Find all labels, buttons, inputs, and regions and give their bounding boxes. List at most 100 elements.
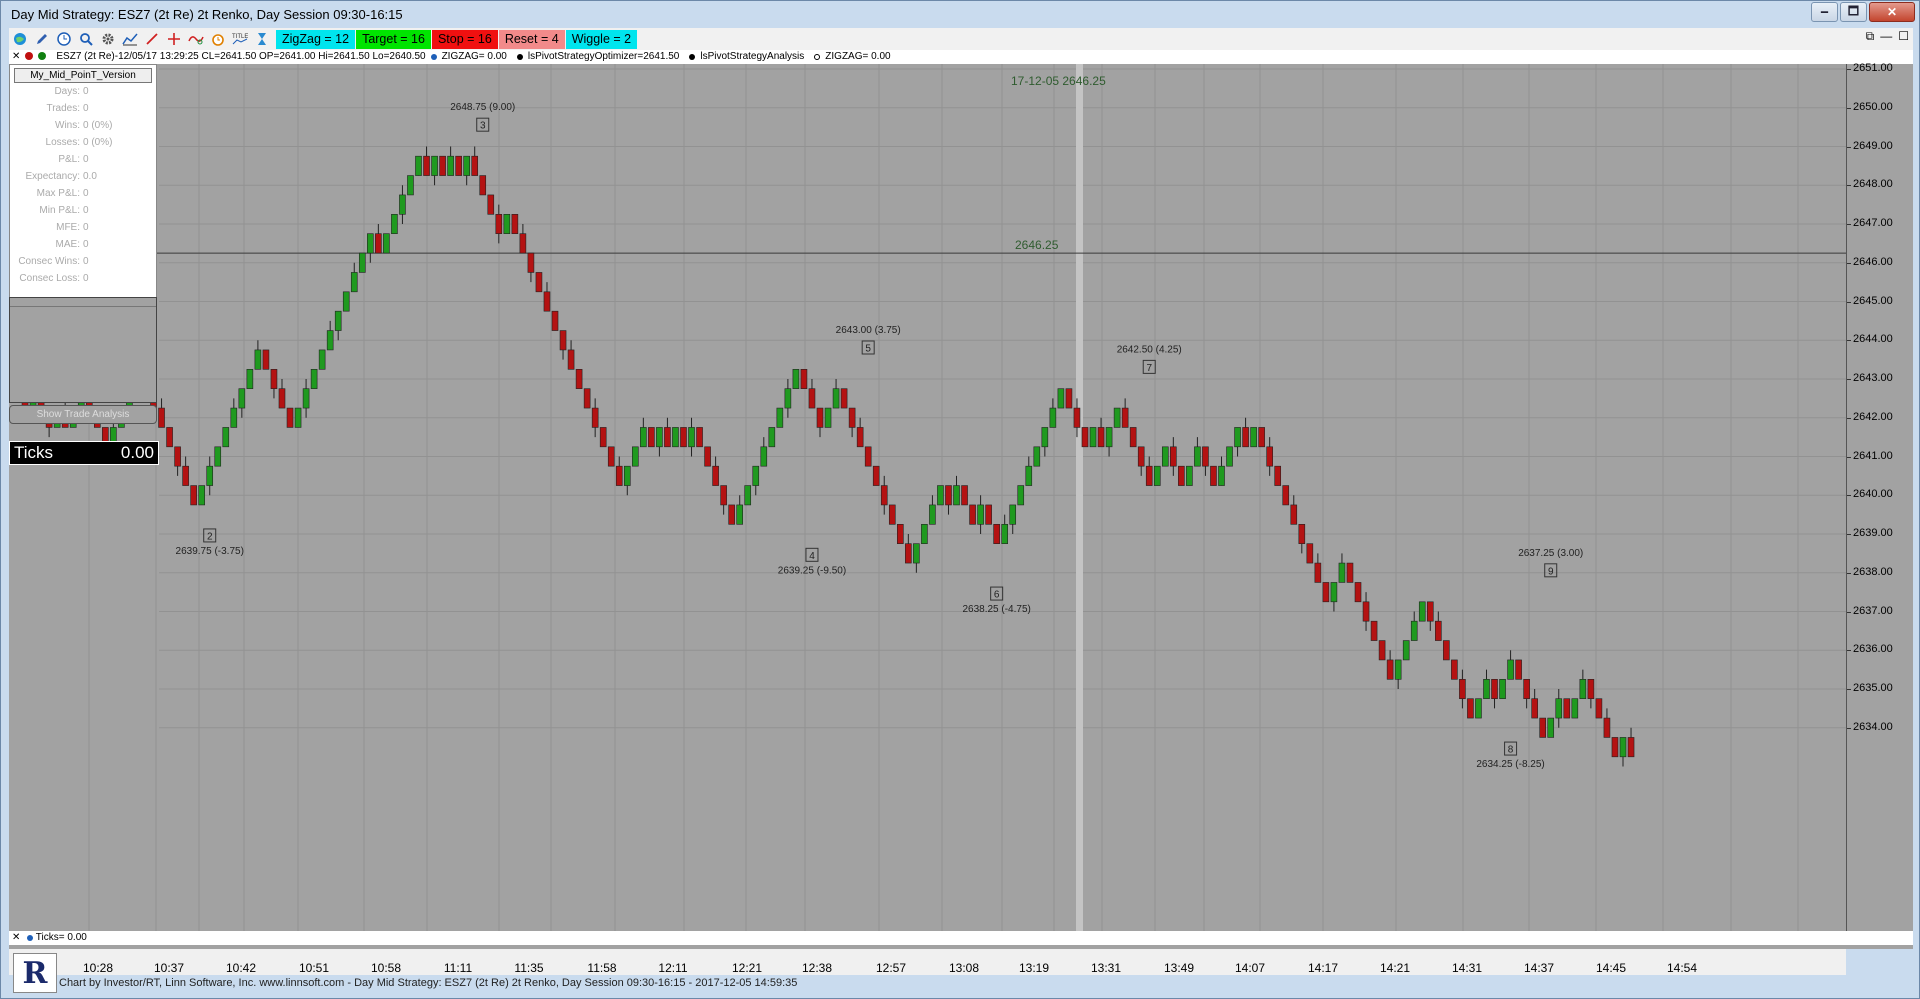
time-tick-label: 14:17 <box>1307 961 1339 975</box>
price-axis[interactable]: 2651.00 2650.00 2649.00 2648.00 2647.00 2646.… <box>1846 62 1913 931</box>
chart-icon[interactable] <box>119 29 141 49</box>
globe-icon[interactable] <box>9 29 31 49</box>
renko-brick-up <box>623 465 631 486</box>
price-tick-mark <box>1847 495 1851 497</box>
maximize-button[interactable]: 🗖 <box>1840 2 1867 22</box>
pencil-icon[interactable] <box>31 29 53 49</box>
renko-brick-down <box>190 485 197 506</box>
price-tick-label: 2636.00 <box>1853 643 1893 656</box>
renko-brick-down <box>174 446 181 467</box>
time-tick-label: 11:35 <box>514 961 544 975</box>
magnifier-icon[interactable] <box>75 29 97 49</box>
link-icon[interactable] <box>185 29 207 49</box>
time-tick-label: 12:11 <box>658 961 688 975</box>
renko-brick-up <box>1057 388 1065 409</box>
stat-value: 0 (0%) <box>83 137 113 148</box>
renko-brick-down <box>1426 601 1434 622</box>
price-tick-mark <box>1847 69 1851 70</box>
renko-brick-down <box>1459 679 1466 699</box>
renko-brick-up <box>1226 446 1233 467</box>
renko-brick-up <box>744 485 752 506</box>
gear-icon[interactable] <box>97 29 119 49</box>
renko-brick-up <box>318 349 326 370</box>
minimize-subwindow-icon[interactable]: — <box>1880 29 1892 44</box>
pivot-number: 3 <box>480 121 486 132</box>
time-tick-label: 13:08 <box>948 961 980 975</box>
renko-brick-down <box>1627 737 1635 758</box>
renko-brick-up <box>1330 582 1338 603</box>
renko-brick-up <box>334 310 342 331</box>
price-tick-mark <box>1847 224 1851 225</box>
show-trade-analysis-button[interactable]: Show Trade Analysis <box>9 405 157 424</box>
time-axis[interactable]: 10:28 10:37 10:42 10:51 10:58 11:11 11:35 11:58… <box>9 949 1846 975</box>
price-tick-mark <box>1847 262 1851 264</box>
alarm-icon[interactable] <box>207 29 229 49</box>
stat-label: Consec Loss: <box>19 273 80 284</box>
renko-brick-up <box>1017 485 1025 506</box>
maximize-subwindow-icon[interactable]: ☐ <box>1898 29 1909 44</box>
renko-brick-down <box>487 194 495 215</box>
renko-brick-down <box>559 330 567 351</box>
renko-brick-down <box>286 407 294 428</box>
renko-brick-up <box>1009 504 1017 525</box>
renko-brick-up <box>302 388 310 409</box>
renko-brick-up <box>1338 562 1346 583</box>
close-button[interactable]: ✕ <box>1869 2 1915 22</box>
param-button-0[interactable]: ZigZag = 12 <box>276 29 356 49</box>
close-chart-icon[interactable]: ✕ <box>12 50 20 64</box>
renko-brick-up <box>431 155 438 176</box>
param-button-2[interactable]: Stop = 16 <box>431 29 498 49</box>
renko-brick-up <box>246 369 254 389</box>
renko-brick-down <box>1587 679 1595 699</box>
renko-brick-down <box>880 485 888 506</box>
renko-brick-up <box>1418 601 1426 622</box>
price-tick-mark <box>1847 107 1851 109</box>
renko-brick-up <box>1499 679 1506 699</box>
renko-brick-up <box>929 504 936 525</box>
renko-brick-down <box>599 427 607 448</box>
restore-subwindow-icon[interactable]: ⧉ <box>1866 29 1875 44</box>
price-tick-label: 2646.00 <box>1853 255 1893 268</box>
clock-icon[interactable] <box>53 29 75 49</box>
stat-row: Expectancy: 0.0 <box>10 171 156 188</box>
renko-brick-down <box>535 272 543 293</box>
toolbar-window-controls: ⧉ — ☐ <box>1866 29 1909 44</box>
crosshair-icon[interactable] <box>163 29 185 49</box>
renko-brick-up <box>1250 427 1257 448</box>
renko-brick-down <box>182 465 189 486</box>
stat-row: Consec Loss: 0 <box>10 273 156 290</box>
time-tick-label: 10:42 <box>225 961 257 975</box>
renko-brick-up <box>463 155 470 176</box>
renko-brick-down <box>575 369 583 389</box>
chart-area[interactable]: 2646.25 17-12-05 2646.25 2 2639.75 (-3.75) 3… <box>9 64 1913 931</box>
renko-brick-up <box>399 194 406 215</box>
time-tick-label: 12:38 <box>801 961 833 975</box>
minimize-button[interactable]: 🗕 <box>1811 2 1838 22</box>
stat-label: Trades: <box>46 103 80 114</box>
renko-brick-up <box>310 369 318 389</box>
renko-brick-down <box>969 504 976 525</box>
stat-value: 0 <box>83 222 89 233</box>
param-button-1[interactable]: Target = 16 <box>356 29 431 49</box>
title-bar: Day Mid Strategy: ESZ7 (2t Re) 2t Renko,… <box>1 1 1920 27</box>
param-button-4[interactable]: Wiggle = 2 <box>565 29 638 49</box>
window-controls: 🗕 🗖 ✕ <box>1811 2 1915 22</box>
stat-row: Trades: 0 <box>10 103 156 120</box>
stat-label: Max P&L: <box>36 188 80 199</box>
title-icon[interactable]: TITLE <box>229 29 251 49</box>
stat-label: MAE: <box>55 239 80 250</box>
hourglass-icon[interactable] <box>251 29 273 49</box>
close-ticks-icon[interactable]: ✕ <box>12 932 20 943</box>
strategy-name-button[interactable]: My_Mid_PoinT_Version <box>14 68 152 83</box>
price-tick-label: 2645.00 <box>1853 294 1893 307</box>
renko-brick-down <box>1451 659 1458 680</box>
param-button-3[interactable]: Reset = 4 <box>498 29 565 49</box>
line-icon[interactable] <box>141 29 163 49</box>
renko-brick-up <box>1410 620 1418 641</box>
renko-brick-up <box>198 485 205 506</box>
renko-brick-up <box>824 407 832 428</box>
renko-brick-down <box>1435 620 1442 641</box>
renko-brick-up <box>1025 465 1033 486</box>
pivot-number: 8 <box>1508 745 1514 756</box>
price-tick-label: 2635.00 <box>1853 682 1893 694</box>
